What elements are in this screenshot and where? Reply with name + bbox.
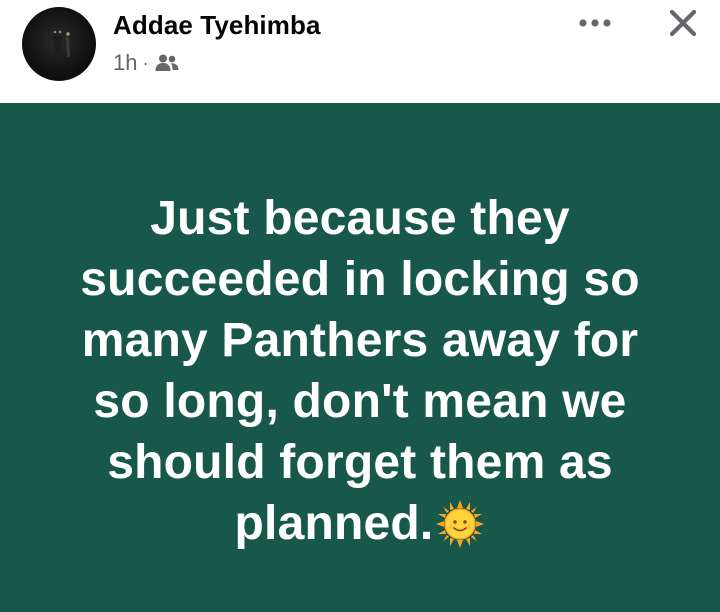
post-text-line: Just because they — [150, 191, 570, 245]
sun-with-face-emoji — [435, 499, 485, 549]
post-text-line: succeeded in locking so — [80, 252, 640, 306]
more-options-icon — [579, 19, 611, 27]
post-text-line: should forget them as — [107, 435, 613, 489]
avatar[interactable] — [22, 7, 96, 81]
post-text-line: many Panthers away for — [81, 313, 639, 367]
post-time[interactable]: 1h — [113, 50, 137, 76]
post-text-last-line: planned. — [50, 493, 670, 554]
facebook-post: Addae Tyehimba 1h · Just because they su… — [0, 0, 720, 612]
close-icon — [669, 9, 697, 37]
post-meta: 1h · — [113, 50, 180, 76]
post-text-line-end: planned. — [234, 496, 434, 550]
meta-separator: · — [142, 52, 149, 73]
more-options-button[interactable] — [570, 8, 620, 38]
post-background: Just because they succeeded in locking s… — [0, 103, 720, 612]
close-button[interactable] — [660, 4, 706, 42]
post-text-line: so long, don't mean we — [93, 374, 627, 428]
post-text: Just because they succeeded in locking s… — [50, 188, 670, 554]
friends-icon[interactable] — [154, 53, 180, 73]
author-name[interactable]: Addae Tyehimba — [113, 10, 321, 41]
post-header: Addae Tyehimba 1h · — [0, 0, 720, 103]
